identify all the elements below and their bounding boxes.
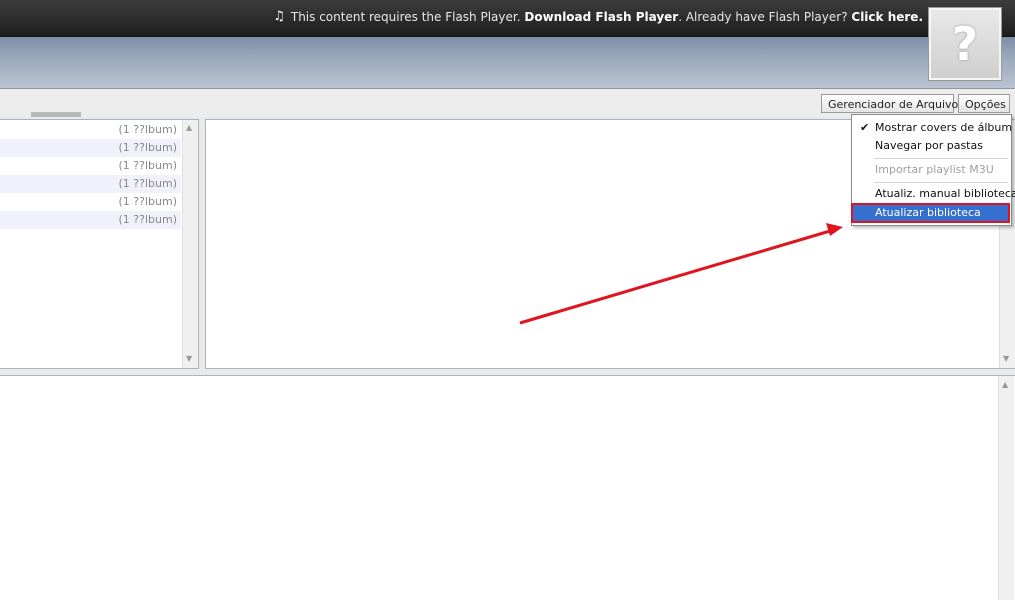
menu-item-label: Mostrar covers de álbum: [875, 121, 1013, 134]
flash-message: ♫ This content requires the Flash Player…: [273, 9, 923, 24]
question-mark-glyph: ?: [951, 17, 979, 71]
list-scrollbar[interactable]: ▲ ▼: [182, 120, 198, 368]
menu-item-manual-update[interactable]: Atualiz. manual biblioteca: [852, 185, 1015, 203]
menu-item-import-playlist: Importar playlist M3U: [852, 161, 1009, 179]
scroll-up-icon[interactable]: ▲: [1002, 380, 1008, 389]
options-button[interactable]: Opções: [958, 94, 1010, 113]
album-list-panel: (1 ??lbum) (1 ??lbum) (1 ??lbum) (1 ??lb…: [0, 119, 199, 369]
track-list-scrollbar[interactable]: ▲: [998, 376, 1014, 600]
menu-separator: [874, 182, 1008, 183]
menu-item-label: Atualiz. manual biblioteca: [875, 187, 1015, 200]
flash-help-icon[interactable]: ?: [929, 8, 1001, 80]
menu-item-update-library[interactable]: Atualizar biblioteca: [851, 203, 1010, 223]
scroll-down-icon[interactable]: ▼: [1003, 354, 1009, 363]
menu-item-label: Navegar por pastas: [875, 139, 983, 152]
header-band: [0, 37, 1015, 89]
list-item[interactable]: (1 ??lbum): [0, 193, 181, 211]
track-list-panel: ▲: [0, 375, 1015, 600]
list-item[interactable]: (1 ??lbum): [0, 121, 181, 139]
already-have-flash-text: Already have Flash Player?: [685, 9, 848, 24]
menu-item-label: Importar playlist M3U: [875, 163, 994, 176]
flash-required-text: This content requires the Flash Player.: [290, 9, 521, 24]
list-item[interactable]: (1 ??lbum): [0, 139, 181, 157]
options-menu: ✔ Mostrar covers de álbum Navegar por pa…: [851, 114, 1015, 226]
menu-item-show-covers[interactable]: ✔ Mostrar covers de álbum: [852, 119, 1013, 137]
file-manager-button[interactable]: Gerenciador de Arquivos: [821, 94, 964, 113]
menu-item-browse-folders[interactable]: Navegar por pastas: [852, 137, 1009, 155]
scroll-down-icon[interactable]: ▼: [186, 354, 192, 363]
list-item[interactable]: (1 ??lbum): [0, 175, 181, 193]
download-flash-link[interactable]: Download Flash Player: [524, 10, 678, 24]
scroll-up-icon[interactable]: ▲: [186, 123, 192, 132]
click-here-link[interactable]: Click here: [851, 10, 918, 24]
list-item[interactable]: (1 ??lbum): [0, 211, 181, 229]
music-note-icon: ♫: [273, 9, 285, 24]
checkmark-icon: ✔: [860, 121, 870, 134]
menu-item-label: Atualizar biblioteca: [875, 206, 981, 219]
tab-indicator: [31, 112, 81, 117]
flash-notice-bar: ♫ This content requires the Flash Player…: [0, 0, 1015, 37]
list-item[interactable]: (1 ??lbum): [0, 157, 181, 175]
menu-separator: [874, 158, 1008, 159]
